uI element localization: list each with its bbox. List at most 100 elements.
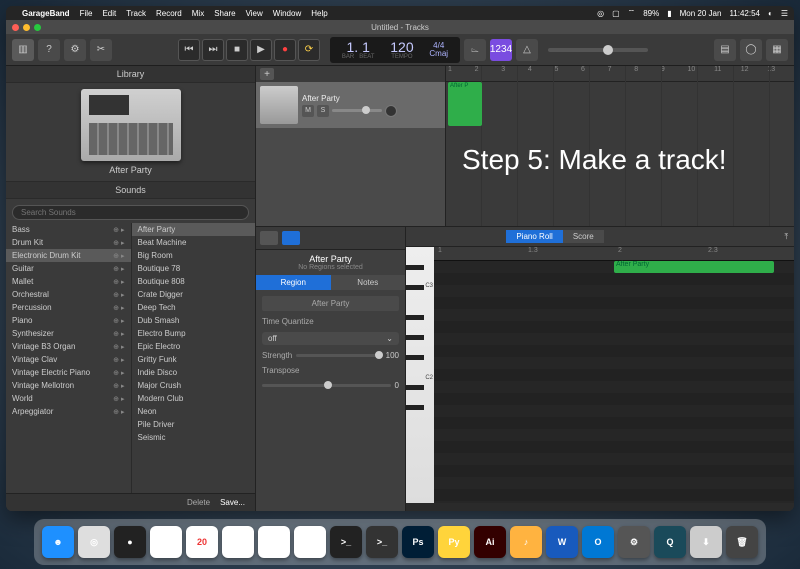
category-item[interactable]: Electronic Drum Kit⊕ ▸ <box>6 249 131 262</box>
metronome-button[interactable]: △ <box>516 39 538 61</box>
stop-button[interactable]: ■ <box>226 39 248 61</box>
category-item[interactable]: Vintage Mellotron⊕ ▸ <box>6 379 131 392</box>
preset-item[interactable]: Major Crush <box>132 379 256 392</box>
dock-calendar[interactable]: 20 <box>186 526 218 558</box>
dock-finder[interactable]: ☻ <box>42 526 74 558</box>
countin-button[interactable]: 1234 <box>490 39 512 61</box>
quantize-select[interactable]: off⌄ <box>262 332 399 345</box>
menu-record[interactable]: Record <box>156 9 182 18</box>
wifi-icon[interactable]: ⌔ <box>628 8 636 18</box>
preset-item[interactable]: Beat Machine <box>132 236 256 249</box>
notepad-button[interactable]: ▤ <box>714 39 736 61</box>
screencast-icon[interactable]: ◎ <box>597 9 604 18</box>
close-icon[interactable] <box>12 24 19 31</box>
category-column[interactable]: Bass⊕ ▸Drum Kit⊕ ▸Electronic Drum Kit⊕ ▸… <box>6 223 131 493</box>
delete-button[interactable]: Delete <box>187 498 210 507</box>
preset-item[interactable]: Electro Bump <box>132 327 256 340</box>
search-input[interactable] <box>12 205 249 220</box>
category-item[interactable]: Guitar⊕ ▸ <box>6 262 131 275</box>
preset-item[interactable]: Epic Electro <box>132 340 256 353</box>
tuner-button[interactable]: ⌳ <box>464 39 486 61</box>
mute-button[interactable]: M <box>302 105 314 117</box>
dock-illustrator[interactable]: Ai <box>474 526 506 558</box>
category-item[interactable]: Synthesizer⊕ ▸ <box>6 327 131 340</box>
dock-photoshop[interactable]: Ps <box>402 526 434 558</box>
menu-time[interactable]: 11:42:54 <box>729 9 760 18</box>
rewind-button[interactable]: ⏮ <box>178 39 200 61</box>
editor-ruler[interactable]: 11.322.3 <box>434 247 794 261</box>
preset-item[interactable]: After Party <box>132 223 256 236</box>
user-icon[interactable]: ◐ <box>768 9 773 18</box>
lcd-display[interactable]: 1. 1BAR BEAT 120TEMPO 4/4Cmaj <box>330 37 460 63</box>
dock-mail[interactable]: ✉ <box>150 526 182 558</box>
category-item[interactable]: World⊕ ▸ <box>6 392 131 405</box>
category-item[interactable]: Bass⊕ ▸ <box>6 223 131 236</box>
dock-outlook[interactable]: O <box>582 526 614 558</box>
dock-terminal2[interactable]: >_ <box>366 526 398 558</box>
editor-hscroll[interactable] <box>406 503 794 511</box>
cycle-button[interactable]: ⟳ <box>298 39 320 61</box>
category-item[interactable]: Vintage Electric Piano⊕ ▸ <box>6 366 131 379</box>
preset-item[interactable]: Modern Club <box>132 392 256 405</box>
preset-item[interactable]: Seismic <box>132 431 256 444</box>
dock-word[interactable]: W <box>546 526 578 558</box>
dock-python[interactable]: Py <box>438 526 470 558</box>
zoom-icon[interactable] <box>34 24 41 31</box>
dock-siri[interactable]: ● <box>114 526 146 558</box>
category-item[interactable]: Drum Kit⊕ ▸ <box>6 236 131 249</box>
save-button[interactable]: Save... <box>220 498 245 507</box>
transpose-slider[interactable] <box>262 384 391 387</box>
dock-apps[interactable]: ⊞ <box>258 526 290 558</box>
category-item[interactable]: Piano⊕ ▸ <box>6 314 131 327</box>
preset-item[interactable]: Gritty Funk <box>132 353 256 366</box>
menu-app[interactable]: GarageBand <box>22 9 70 18</box>
dock-safari[interactable]: ◎ <box>78 526 110 558</box>
menu-track[interactable]: Track <box>126 9 146 18</box>
menu-mix[interactable]: Mix <box>192 9 204 18</box>
midi-region[interactable]: After P <box>448 82 482 126</box>
tool-draw[interactable] <box>282 231 300 245</box>
arrange-area[interactable]: 12345678910111213 After P Step 5: Make a… <box>446 66 794 226</box>
preset-item[interactable]: Boutique 78 <box>132 262 256 275</box>
preset-item[interactable]: Pile Driver <box>132 418 256 431</box>
preset-item[interactable]: Dub Smash <box>132 314 256 327</box>
strength-slider[interactable] <box>296 354 381 357</box>
dock-quicktime[interactable]: Q <box>654 526 686 558</box>
preset-item[interactable]: Big Room <box>132 249 256 262</box>
dock-garageband[interactable]: ♪ <box>510 526 542 558</box>
dock-terminal[interactable]: >_ <box>330 526 362 558</box>
dock-chrome[interactable]: ◉ <box>222 526 254 558</box>
solo-button[interactable]: S <box>317 105 329 117</box>
record-button[interactable]: ● <box>274 39 296 61</box>
category-item[interactable]: Percussion⊕ ▸ <box>6 301 131 314</box>
preset-column[interactable]: After PartyBeat MachineBig RoomBoutique … <box>131 223 256 493</box>
preset-item[interactable]: Crate Digger <box>132 288 256 301</box>
quick-help-button[interactable]: ? <box>38 39 60 61</box>
menu-share[interactable]: Share <box>214 9 235 18</box>
master-volume-slider[interactable] <box>548 48 648 52</box>
tab-notes[interactable]: Notes <box>331 275 406 290</box>
menu-window[interactable]: Window <box>273 9 301 18</box>
dock-downloads[interactable]: ⬇ <box>690 526 722 558</box>
library-toggle[interactable]: ▥ <box>12 39 34 61</box>
menu-file[interactable]: File <box>80 9 93 18</box>
play-button[interactable]: ▶ <box>250 39 272 61</box>
dock-photos[interactable]: ✿ <box>294 526 326 558</box>
pan-knob[interactable] <box>385 105 397 117</box>
catch-playhead-icon[interactable]: ⤒ <box>784 232 794 242</box>
tab-piano-roll[interactable]: Piano Roll <box>506 230 562 243</box>
category-item[interactable]: Orchestral⊕ ▸ <box>6 288 131 301</box>
forward-button[interactable]: ⏭ <box>202 39 224 61</box>
region-name-field[interactable]: After Party <box>262 296 399 311</box>
category-item[interactable]: Arpeggiator⊕ ▸ <box>6 405 131 418</box>
dock-trash[interactable]: 🗑 <box>726 526 758 558</box>
editors-button[interactable]: ✂ <box>90 39 112 61</box>
smart-controls-button[interactable]: ⚙ <box>64 39 86 61</box>
media-button[interactable]: ▦ <box>766 39 788 61</box>
menu-view[interactable]: View <box>246 9 263 18</box>
preset-item[interactable]: Boutique 808 <box>132 275 256 288</box>
notes-area[interactable]: 11.322.3 After Party <box>434 247 794 503</box>
preset-item[interactable]: Deep Tech <box>132 301 256 314</box>
tab-score[interactable]: Score <box>563 230 604 243</box>
category-item[interactable]: Vintage Clav⊕ ▸ <box>6 353 131 366</box>
